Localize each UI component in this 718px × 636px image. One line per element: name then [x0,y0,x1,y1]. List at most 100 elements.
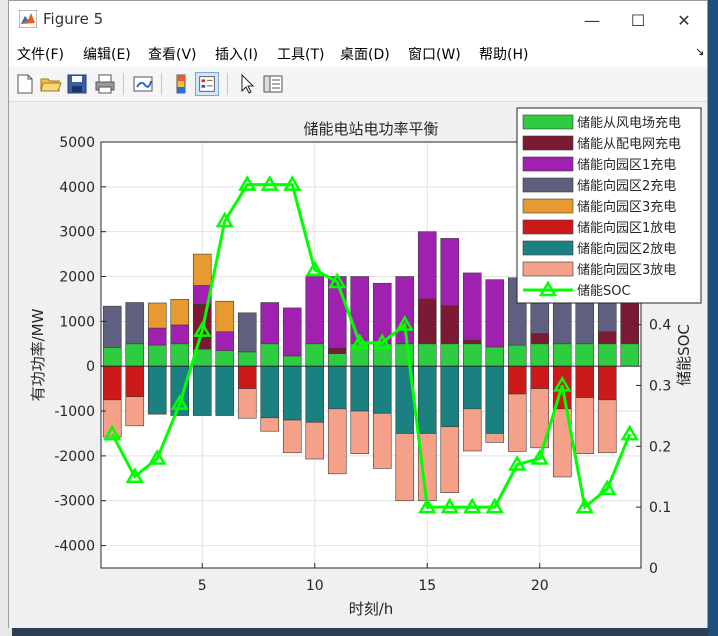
bar-segment [485,365,505,434]
bar-segment [440,238,460,306]
bar-segment [597,343,617,367]
legend-swatch [522,156,574,172]
x-tick-label: 10 [306,578,324,594]
legend-swatch [522,177,574,193]
maximize-button[interactable]: ☐ [615,1,661,39]
bar-segment [327,347,347,354]
menu-insert[interactable]: 插入(I) [215,44,258,64]
bar-segment [485,433,505,443]
toolbar-separator [123,73,124,95]
bar-segment [305,276,325,345]
toolbar-separator [227,73,228,95]
bar-segment [395,343,415,367]
legend-label: 储能SOC [577,284,631,299]
y2-tick-label: 0.2 [649,439,671,455]
print-icon[interactable] [93,72,117,96]
bar-segment [395,433,415,502]
y-tick-label: -1000 [54,404,95,420]
maximize-icon: ☐ [630,10,646,30]
new-figure-icon[interactable] [13,72,37,96]
bar-segment [282,419,302,454]
y-tick-label: 0 [86,359,95,375]
bar-segment [305,343,325,367]
colorbar-icon[interactable] [169,72,193,96]
menu-window[interactable]: 窗口(W) [408,44,461,64]
property-inspector-icon[interactable] [261,72,285,96]
bar-segment [530,343,550,367]
legend-swatch [522,219,574,235]
bar-segment [170,324,190,345]
y2-tick-label: 0.1 [649,500,671,516]
window-title: Figure 5 [43,10,104,28]
link-plot-icon[interactable] [131,72,155,96]
bar-segment [440,343,460,367]
y-tick-label: 2000 [59,270,95,286]
bar-segment [147,327,167,346]
dock-arrow-icon[interactable]: ↘ [695,45,704,58]
bar-segment [170,343,190,367]
legend-label: 储能从风电场充电 [577,115,681,131]
bar-segment [215,331,235,351]
legend-label: 储能向园区2充电 [577,178,676,194]
x-tick-label: 20 [531,578,549,594]
bar-segment [417,343,437,367]
menu-help[interactable]: 帮助(H) [479,44,528,64]
toolbar-separator [161,73,162,95]
bar-segment [462,272,482,341]
bar-segment [440,365,460,428]
bar-segment [440,426,460,493]
y-tick-label: -2000 [54,449,95,465]
legend-label: 储能向园区1充电 [577,157,676,173]
bar-segment [125,343,145,367]
close-button[interactable]: ✕ [661,1,707,39]
minimize-icon: — [584,10,600,30]
menu-desktop[interactable]: 桌面(D) [340,44,390,64]
bar-segment [260,417,280,432]
bar-segment [597,399,617,454]
y-axis-label: 有功功率/MW [29,308,47,401]
menu-view[interactable]: 查看(V) [148,44,197,64]
menu-bar: 文件(F) 编辑(E) 查看(V) 插入(I) 工具(T) 桌面(D) 窗口(W… [9,39,707,67]
bar-segment [575,397,595,454]
bar-segment [237,351,257,367]
bar-segment [237,312,257,353]
y-tick-label: -3000 [54,494,95,510]
legend-swatch [522,240,574,256]
bar-segment [372,365,392,414]
bar-segment [282,365,302,421]
save-icon[interactable] [65,72,89,96]
bar-segment [350,365,370,412]
bar-segment [507,365,527,395]
legend-label: 储能向园区3放电 [577,262,676,278]
bar-segment [485,279,505,348]
legend-label: 储能向园区1放电 [577,220,676,236]
menu-file[interactable]: 文件(F) [17,44,64,64]
bar-segment [102,305,122,348]
bar-segment [485,346,505,367]
y-tick-label: -4000 [54,539,95,555]
bar-segment [597,365,617,401]
title-bar[interactable]: Figure 5 — ☐ ✕ [9,1,707,39]
bar-segment [552,343,572,367]
y-tick-label: 4000 [59,180,95,196]
bar-segment [417,231,437,300]
menu-edit[interactable]: 编辑(E) [83,44,131,64]
bar-segment [507,393,527,452]
bar-segment [327,353,347,367]
bar-segment [530,365,550,389]
bar-segment [575,365,595,398]
legend-icon[interactable] [195,72,219,96]
chart-title: 储能电站电功率平衡 [303,120,438,138]
legend-swatch [522,261,574,277]
bar-segment [282,307,302,357]
bar-segment [260,302,280,345]
minimize-button[interactable]: — [569,1,615,39]
pointer-icon[interactable] [235,72,259,96]
menu-tools[interactable]: 工具(T) [277,44,324,64]
figure-canvas: -4000 -3000 -2000 -1000 0 1000 2000 3000 4000 500… [9,102,707,628]
bar-segment [260,365,280,419]
legend-label: 储能向园区3充电 [577,199,676,215]
open-file-icon[interactable] [39,72,63,96]
bar-segment [530,333,550,345]
bar-segment [350,410,370,454]
